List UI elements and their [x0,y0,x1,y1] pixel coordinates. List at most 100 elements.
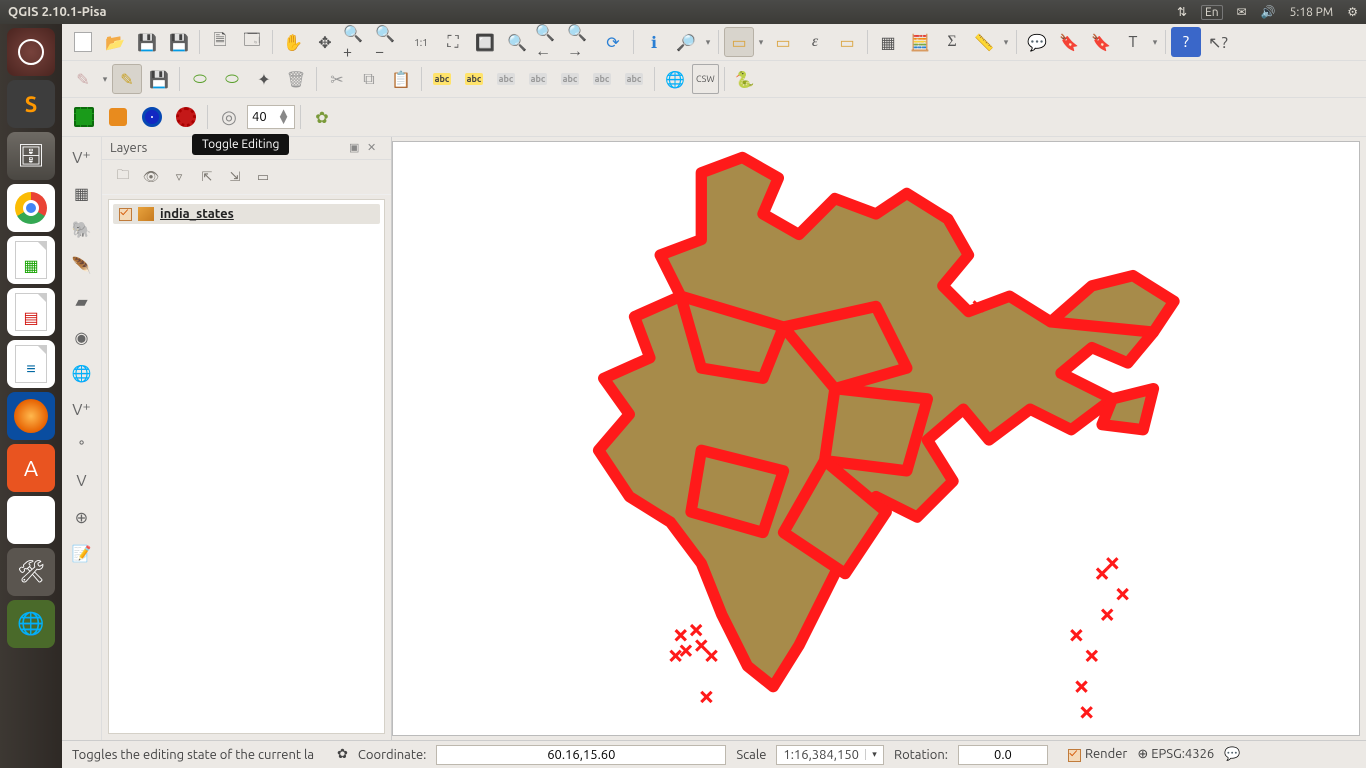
chevron-down-icon[interactable]: ▾ [865,749,883,760]
delete-selected-button[interactable]: 🗑 [281,64,311,94]
new-print-composer-button[interactable]: 🗎 [205,27,235,57]
green-marker-button[interactable] [68,101,100,133]
panel-close-icon[interactable]: ✕ [367,141,383,155]
status-toggle-icon[interactable]: ✿ [337,747,348,762]
zoom-next-button[interactable]: 🔍→ [566,27,596,57]
zoom-selection-button[interactable]: 🔲 [470,27,500,57]
new-shapefile-button[interactable]: 📝 [66,537,98,569]
qgis-launcher-icon[interactable]: 🌐 [7,600,55,648]
add-wms-button[interactable]: 🌐 [66,357,98,389]
libreoffice-calc-icon[interactable]: ▦ [7,236,55,284]
statistics-button[interactable]: Σ [937,27,967,57]
libreoffice-writer-icon[interactable]: ≡ [7,340,55,388]
current-edits-button[interactable]: ✎ [68,64,98,94]
deselect-button[interactable]: ▭ [832,27,862,57]
layer-add-group-button[interactable]: 🗀 [112,166,134,188]
composer-manager-button[interactable]: 🗔 [237,27,267,57]
network-icon[interactable]: ⇅ [1177,5,1187,19]
move-feature-button[interactable]: ⬭ [217,64,247,94]
bookmark-new-button[interactable]: 🔖 [1054,27,1084,57]
render-checkbox[interactable]: Render [1068,747,1127,761]
layer-expand-button[interactable]: ⇱ [196,166,218,188]
zoom-last-button[interactable]: 🔍← [534,27,564,57]
layer-filter-button[interactable]: ▿ [168,166,190,188]
label-tool5-button[interactable]: abc [587,64,617,94]
toggle-editing-button[interactable]: ✎ [112,64,142,94]
whats-this-button[interactable]: ↖? [1203,27,1233,57]
mail-icon[interactable]: ✉ [1237,5,1247,19]
annotation-dropdown[interactable]: ▾ [1150,37,1160,48]
layer-visibility-checkbox[interactable] [119,208,132,221]
bookmark-show-button[interactable]: 🔖 [1086,27,1116,57]
gear-icon[interactable]: ⚙ [1347,5,1358,19]
label-tool2-button[interactable]: abc [491,64,521,94]
panel-undock-icon[interactable]: ▣ [349,141,365,155]
files-icon[interactable]: 🗄 [7,132,55,180]
label-tool6-button[interactable]: abc [619,64,649,94]
rotation-input[interactable] [958,745,1048,765]
zoom-native-button[interactable]: 1:1 [406,27,436,57]
layer-remove-button[interactable]: ▭ [252,166,274,188]
field-calculator-button[interactable]: 🧮 [905,27,935,57]
sound-icon[interactable]: 🔊 [1261,5,1276,19]
grass-tool-button[interactable]: ✿ [306,101,338,133]
add-wcs-button[interactable]: V⁺ [66,393,98,425]
label-tool3-button[interactable]: abc [523,64,553,94]
copy-button[interactable]: ⧉ [354,64,384,94]
measure-dropdown[interactable]: ▾ [1001,37,1011,48]
zoom-layer-button[interactable]: 🔍 [502,27,532,57]
spiral-button[interactable]: ◎ [213,101,245,133]
layers-tree[interactable]: india_states [108,199,385,734]
add-mssql-button[interactable]: ▰ [66,285,98,317]
blue-marker-button[interactable] [136,101,168,133]
cut-button[interactable]: ✂ [322,64,352,94]
sublime-icon[interactable]: S [7,80,55,128]
map-canvas[interactable] [392,141,1360,736]
clock[interactable]: 5:18 PM [1290,6,1334,19]
select-by-expression-button[interactable]: ▭ [768,27,798,57]
zoom-full-button[interactable]: ⛶ [438,27,468,57]
current-edits-dropdown[interactable]: ▾ [100,74,110,85]
attribute-table-button[interactable]: ▦ [873,27,903,57]
save-as-button[interactable]: 💾 [164,27,194,57]
libreoffice-impress-icon[interactable]: ▤ [7,288,55,336]
python-console-button[interactable]: 🐍 [730,64,760,94]
coord-input[interactable] [436,745,726,765]
label-tool1-button[interactable]: abc [459,64,489,94]
refresh-button[interactable]: ⟳ [598,27,628,57]
paste-button[interactable]: 📋 [386,64,416,94]
add-delimited-button[interactable]: V [66,465,98,497]
save-project-button[interactable]: 💾 [132,27,162,57]
zoom-in-button[interactable]: 🔍+ [342,27,372,57]
save-edits-button[interactable]: 💾 [144,64,174,94]
dash-icon[interactable] [7,28,55,76]
crs-button[interactable]: ⊕ EPSG:4326 [1137,747,1214,762]
amazon-icon[interactable]: a [7,496,55,544]
label-tool4-button[interactable]: abc [555,64,585,94]
wms-button[interactable]: 🌐 [660,64,690,94]
scale-select[interactable]: 1:16,384,150 ▾ [776,745,884,765]
help-button[interactable]: ? [1171,27,1201,57]
pan-button[interactable]: ✋ [278,27,308,57]
label-button[interactable]: abc [427,64,457,94]
software-center-icon[interactable]: A [7,444,55,492]
select-dropdown[interactable]: ▾ [756,37,766,48]
red-marker-button[interactable] [170,101,202,133]
spiral-value-input[interactable]: 40 ▲▼ [247,105,295,129]
orange-marker-button[interactable] [102,101,134,133]
identify-dropdown[interactable]: ▾ [703,37,713,48]
add-vector-button[interactable]: V⁺ [66,141,98,173]
identify-button[interactable]: ℹ [639,27,669,57]
node-tool-button[interactable]: ✦ [249,64,279,94]
layer-visibility-button[interactable]: 👁 [140,166,162,188]
settings-icon[interactable]: 🛠 [7,548,55,596]
add-postgis-button[interactable]: 🐘 [66,213,98,245]
pan-to-selection-button[interactable]: ✥ [310,27,340,57]
add-spatialite-button[interactable]: 🪶 [66,249,98,281]
text-annotation-button[interactable]: T [1118,27,1148,57]
chrome-icon[interactable] [7,184,55,232]
map-tips-button[interactable]: 💬 [1022,27,1052,57]
csw-button[interactable]: CSW [692,64,719,94]
add-oracle-button[interactable]: ◉ [66,321,98,353]
measure-button[interactable]: 📏 [969,27,999,57]
